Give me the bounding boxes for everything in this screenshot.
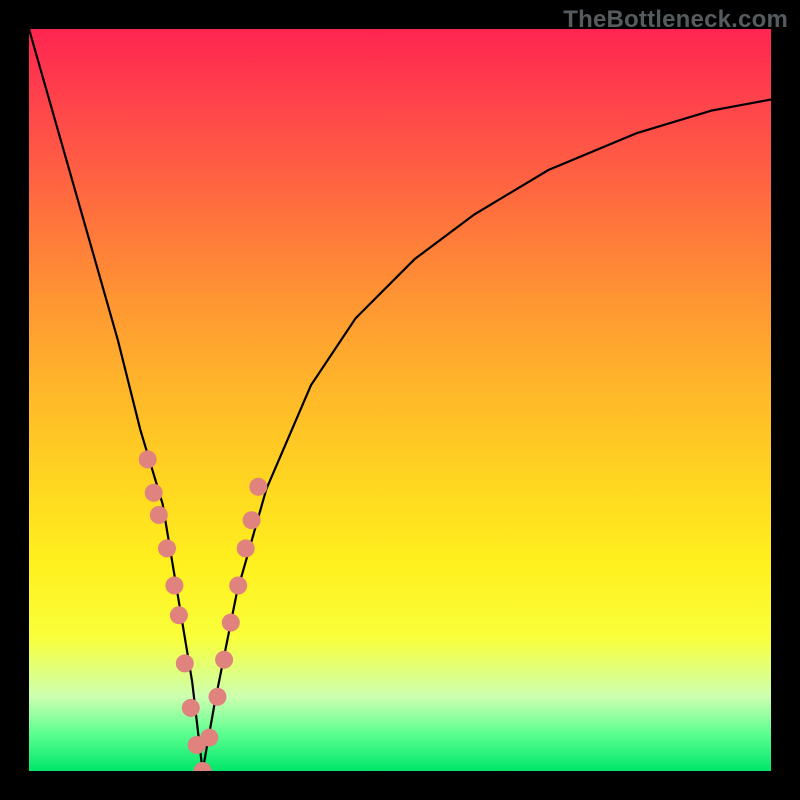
chart-stage: TheBottleneck.com — [0, 0, 800, 800]
gradient-background — [29, 29, 771, 771]
